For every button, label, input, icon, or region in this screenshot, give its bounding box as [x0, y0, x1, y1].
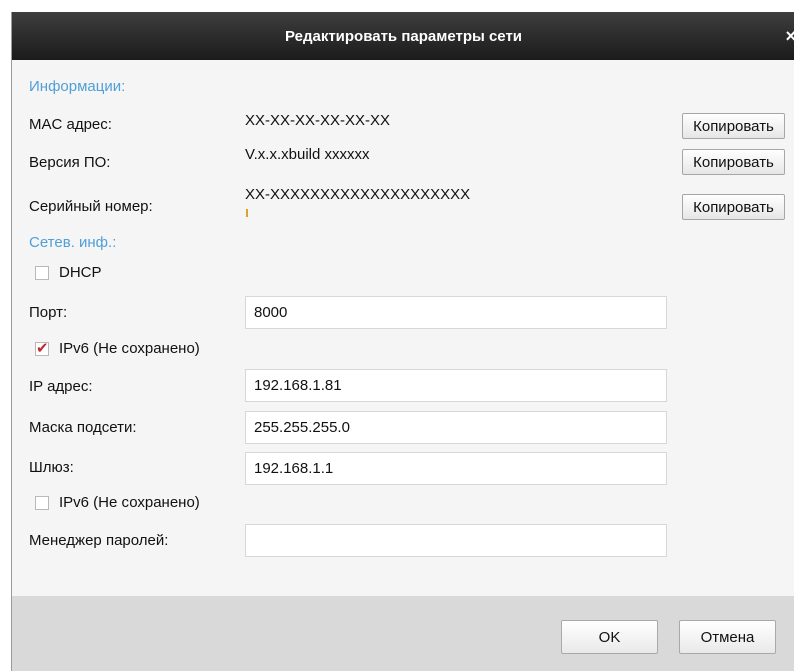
- text-cursor: [246, 209, 248, 217]
- dhcp-label: DHCP: [59, 264, 102, 281]
- ipv6-checkbox-row[interactable]: IPv6 (Не сохранено): [35, 339, 200, 357]
- mac-label: MAC адрес:: [29, 116, 112, 133]
- dialog-title: Редактировать параметры сети: [284, 27, 523, 45]
- copy-mac-button[interactable]: Копировать: [682, 113, 785, 139]
- firmware-value: V.x.x.xbuild xxxxxx: [245, 146, 370, 163]
- ipv6-second-checkbox[interactable]: [35, 495, 49, 510]
- cancel-button[interactable]: Отмена: [679, 620, 776, 654]
- firmware-label: Версия ПО:: [29, 154, 111, 171]
- ok-button[interactable]: OK: [561, 620, 658, 654]
- gateway-input[interactable]: 192.168.1.1: [245, 452, 667, 485]
- subnet-mask-label: Маска подсети:: [29, 419, 137, 436]
- port-input[interactable]: 8000: [245, 296, 667, 329]
- network-section-title: Сетев. инф.:: [29, 234, 117, 251]
- dhcp-checkbox[interactable]: [35, 265, 49, 280]
- close-icon[interactable]: ×: [785, 26, 794, 47]
- dialog-footer: [12, 596, 794, 671]
- mac-value: XX-XX-XX-XX-XX-XX: [245, 112, 391, 129]
- port-label: Порт:: [29, 304, 68, 321]
- serial-label: Серийный номер:: [29, 198, 153, 215]
- ipv6-second-label: IPv6 (Не сохранено): [59, 494, 200, 511]
- gateway-label: Шлюз:: [29, 459, 74, 476]
- copy-firmware-button[interactable]: Копировать: [682, 149, 785, 175]
- title-bar[interactable]: Редактировать параметры сети: [12, 12, 794, 60]
- copy-serial-button[interactable]: Копировать: [682, 194, 785, 220]
- ip-address-input[interactable]: 192.168.1.81: [245, 369, 667, 402]
- password-manager-input[interactable]: [245, 524, 667, 557]
- ipv6-label: IPv6 (Не сохранено): [59, 340, 200, 357]
- serial-value: XX-XXXXXXXXXXXXXXXXXXXX: [245, 186, 471, 203]
- password-manager-label: Менеджер паролей:: [29, 532, 169, 549]
- subnet-mask-input[interactable]: 255.255.255.0: [245, 411, 667, 444]
- ip-address-label: IP адрес:: [29, 378, 93, 395]
- ipv6-checkbox[interactable]: [35, 339, 49, 357]
- edit-network-dialog: Редактировать параметры сети × Информаци…: [11, 12, 794, 671]
- dhcp-checkbox-row[interactable]: DHCP: [35, 264, 102, 281]
- ipv6-second-checkbox-row[interactable]: IPv6 (Не сохранено): [35, 494, 200, 511]
- info-section-title: Информации:: [29, 78, 126, 95]
